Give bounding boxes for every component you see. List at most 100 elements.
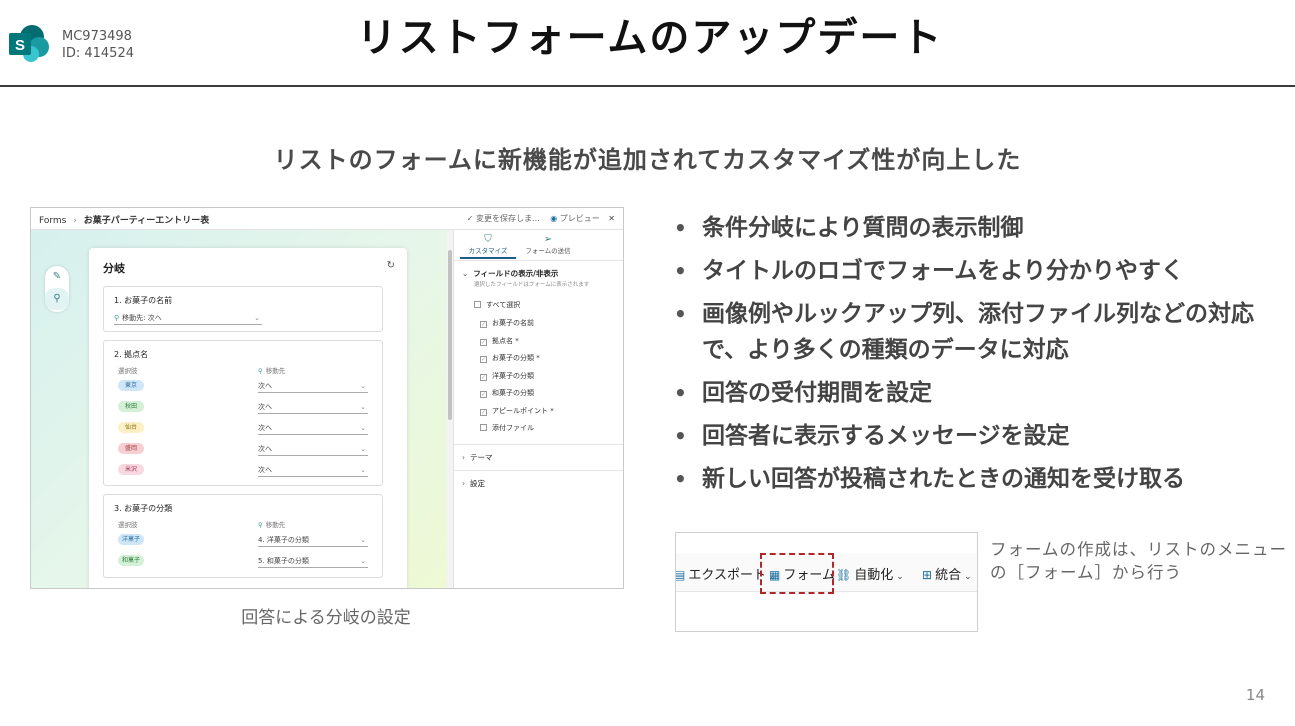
- feature-item: 回答の受付期間を設定: [668, 375, 1278, 411]
- integrate-menu[interactable]: ⊞ 統合 ⌄: [922, 564, 972, 583]
- chevron-down-icon: ⌄: [360, 557, 366, 565]
- goto-select[interactable]: 次へ ⌄: [258, 442, 368, 456]
- select-all-label: すべて選択: [486, 301, 521, 309]
- goto-select[interactable]: 次へ ⌄: [258, 379, 368, 393]
- chevron-down-icon: ⌄: [360, 536, 366, 544]
- question-title: 3. お菓子の分類: [114, 504, 173, 513]
- branch-icon: ⚲: [258, 367, 263, 375]
- close-icon[interactable]: ✕: [608, 214, 615, 223]
- chevron-down-icon: ⌄: [360, 445, 366, 453]
- menu-note: フォームの作成は、リストのメニューの［フォーム］から行う: [990, 540, 1288, 582]
- options-label: 選択肢: [118, 521, 138, 529]
- fields-hint: 選択したフィールドはフォームに表示されます: [474, 282, 590, 288]
- edit-pencil-icon[interactable]: ✎: [45, 266, 69, 288]
- preview-button[interactable]: プレビュー: [560, 214, 600, 223]
- goto-select[interactable]: 4. 洋菓子の分類 ⌄: [258, 533, 368, 547]
- page-title: リストフォームのアップデート: [356, 15, 944, 61]
- question-card-2: 2. 拠点名 選択肢 ⚲ 移動先 東京 次へ ⌄ 秋田 次へ ⌄ 仙台 次へ ⌄ 盛岡 次へ ⌄ 米沢 次へ…: [103, 340, 383, 486]
- field-checkbox[interactable]: ✓ 和菓子の分類: [480, 388, 534, 398]
- theme-section-header[interactable]: › テーマ: [462, 452, 493, 463]
- goto-label-text: 移動先: [265, 367, 286, 375]
- panel-divider: [454, 260, 623, 261]
- field-checkbox[interactable]: ✓ 拠点名 *: [480, 336, 519, 346]
- integrate-label: 統合: [935, 568, 962, 583]
- list-menu-screenshot: ▤ エクスポート ⌄ ▦ フォーム ⛓ 自動化 ⌄ ⊞ 統合 ⌄: [675, 532, 978, 632]
- screenshot-caption: 回答による分岐の設定: [241, 608, 411, 628]
- breadcrumb-root[interactable]: Forms: [39, 216, 66, 226]
- chevron-down-icon: ⌄: [360, 382, 366, 390]
- option-pill: 仙台: [118, 422, 144, 433]
- field-label: 添付ファイル: [492, 424, 534, 432]
- goto-select-value: 次へ: [258, 445, 272, 453]
- feature-item: タイトルのロゴでフォームをより分かりやすく: [668, 253, 1278, 289]
- settings-section-header[interactable]: › 設定: [462, 478, 485, 489]
- field-checkbox[interactable]: ✓ アピールポイント *: [480, 406, 554, 416]
- feature-item: 条件分岐により質問の表示制御: [668, 210, 1278, 246]
- goto-select[interactable]: 次へ ⌄: [258, 421, 368, 435]
- field-checkbox[interactable]: ✓ 洋菓子の分類: [480, 371, 534, 381]
- field-checkbox[interactable]: ✓ お菓子の分類 *: [480, 353, 540, 363]
- goto-select-value: 次へ: [258, 403, 272, 411]
- tab-send-form[interactable]: ➢ フォームの送信: [520, 234, 576, 255]
- branch-icon[interactable]: ⚲: [45, 288, 69, 310]
- fields-section-title: フィールドの表示/非表示: [473, 269, 559, 278]
- checkbox-checked-icon: ✓: [480, 321, 487, 328]
- option-pill: 盛岡: [118, 443, 144, 454]
- page-number: 14: [1245, 686, 1265, 704]
- feature-item: 画像例やルックアップ列、添付ファイル列などの対応で、より多くの種類のデータに対応: [668, 296, 1278, 368]
- field-label: 洋菓子の分類: [492, 371, 534, 380]
- field-checkbox[interactable]: ✓ お菓子の名前: [480, 318, 534, 328]
- breadcrumb-separator: ›: [73, 216, 77, 226]
- goto-select-value: 次へ: [258, 382, 272, 390]
- chevron-down-icon: ⌄: [462, 269, 469, 278]
- goto-select[interactable]: 次へ ⌄: [258, 463, 368, 477]
- goto-select[interactable]: 次へ ⌄: [258, 400, 368, 414]
- branch-icon: ⚲: [258, 521, 263, 529]
- message-id: MC973498 ID: 414524: [62, 28, 134, 62]
- automate-label: 自動化: [854, 568, 894, 583]
- goto-select-value: 4. 洋菓子の分類: [258, 536, 309, 544]
- checkbox-checked-icon: ✓: [480, 356, 487, 363]
- form-highlight-box: [760, 553, 834, 594]
- feature-item: 新しい回答が投稿されたときの通知を受け取る: [668, 461, 1278, 497]
- breadcrumb-current: お菓子パーティーエントリー表: [83, 216, 210, 226]
- header-divider: [0, 85, 1295, 87]
- chevron-down-icon: ⌄: [964, 572, 972, 582]
- select-all-checkbox[interactable]: すべて選択: [474, 300, 520, 310]
- export-icon: ▤: [675, 568, 686, 582]
- fields-section-header[interactable]: ⌄ フィールドの表示/非表示: [462, 268, 558, 279]
- sharepoint-logo-icon: S: [9, 25, 49, 62]
- top-actions: ✓ 変更を保存しま... ◉ プレビュー ✕: [467, 213, 615, 224]
- send-icon: ➢: [543, 234, 553, 245]
- option-pill: 秋田: [118, 401, 144, 412]
- goto-label: ⚲ 移動先: [258, 519, 285, 529]
- save-status: ✓ 変更を保存しま...: [466, 214, 540, 223]
- branch-select[interactable]: ⚲ 移動先: 次へ ⌄: [114, 311, 262, 325]
- automate-menu[interactable]: ⛓ 自動化 ⌄: [836, 564, 904, 583]
- branching-title: 分岐: [103, 262, 125, 275]
- feature-list: 条件分岐により質問の表示制御 タイトルのロゴでフォームをより分かりやすく 画像例…: [668, 210, 1278, 504]
- forms-top-bar: Forms › お菓子パーティーエントリー表 ✓ 変更を保存しま... ◉ プレ…: [31, 208, 623, 230]
- question-title: 2. 拠点名: [114, 350, 149, 359]
- integrate-icon: ⊞: [922, 568, 933, 582]
- tab-send-label: フォームの送信: [525, 247, 571, 255]
- option-pill: 米沢: [118, 464, 144, 475]
- field-checkbox[interactable]: 添付ファイル: [480, 423, 534, 433]
- goto-select[interactable]: 5. 和菓子の分類 ⌄: [258, 554, 368, 568]
- automate-icon: ⛓: [836, 568, 852, 582]
- goto-select-value: 次へ: [258, 466, 272, 474]
- checkbox-checked-icon: ✓: [480, 408, 487, 416]
- feature-item: 回答者に表示するメッセージを設定: [668, 418, 1278, 454]
- option-pill: 東京: [118, 380, 144, 391]
- chevron-right-icon: ›: [462, 453, 465, 462]
- question-title: 1. お菓子の名前: [114, 296, 173, 305]
- reset-icon[interactable]: ↻: [387, 260, 395, 271]
- customize-panel: ⛉ カスタマイズ ➢ フォームの送信 ⌄ フィールドの表示/非表示 選択したフィー…: [453, 230, 623, 588]
- scrollbar-thumb[interactable]: [448, 250, 452, 420]
- breadcrumb: Forms › お菓子パーティーエントリー表: [39, 213, 209, 226]
- goto-label-text: 移動先: [265, 521, 286, 529]
- slide-header: S MC973498 ID: 414524 リストフォームのアップデート: [0, 0, 1295, 86]
- panel-divider: [454, 470, 623, 471]
- logo-letter: S: [15, 37, 25, 54]
- tab-customize[interactable]: ⛉ カスタマイズ: [460, 234, 516, 259]
